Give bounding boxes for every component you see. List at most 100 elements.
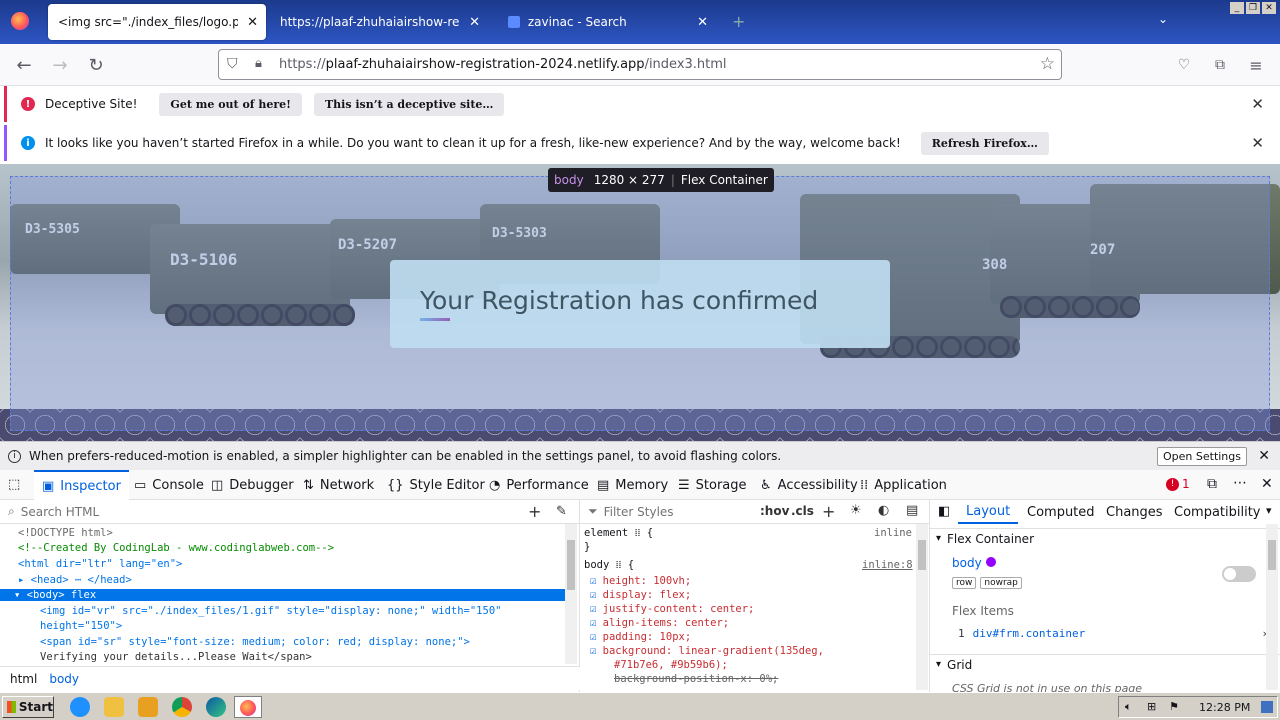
start-button[interactable]: Start [2,696,54,718]
restore-button[interactable]: ❐ [1246,2,1260,14]
close-icon[interactable]: ✕ [469,15,480,30]
scrollbar-thumb[interactable] [567,540,575,590]
firefox-taskbar-button[interactable] [234,696,262,718]
url-bar[interactable]: ⛉ 🔒︎ https://plaaf-zhuhaiairshow-registr… [218,49,1062,80]
markup-line-selected[interactable]: ▾ <body> flex [0,589,565,601]
tab-console[interactable]: ▭ Console [134,470,204,500]
declaration-overridden[interactable]: background-position-x: 0%; [614,673,778,685]
declaration[interactable]: ☑ background: linear-gradient(135deg, [590,645,824,657]
markup-line[interactable]: <html dir="ltr" lang="en"> [18,558,182,570]
tab-1[interactable]: <img src="./index_files/logo.png" alt=" ✕ [48,4,266,40]
toggle-sidebar-icon[interactable]: ◧ [938,504,950,519]
tab-accessibility[interactable]: ♿︎ Accessibility [760,470,858,500]
tab-memory[interactable]: ▤ Memory [597,470,668,500]
list-all-tabs-icon[interactable]: ⌄ [1158,12,1168,26]
cls-toggle[interactable]: .cls [791,504,814,518]
add-node-icon[interactable]: + [528,502,541,521]
lock-icon[interactable]: 🔒︎ [255,56,262,71]
get-me-out-button[interactable]: Get me out of here! [159,92,302,116]
markup-line[interactable]: ▸ <head> ⋯ </head> [18,574,132,586]
flex-item-row[interactable]: 1 div#frm.container › [958,627,1268,640]
shield-icon[interactable]: ⛉ [227,56,238,72]
not-deceptive-button[interactable]: This isn’t a deceptive site… [313,92,505,116]
scrollbar-thumb[interactable] [1268,540,1276,570]
close-icon[interactable]: ✕ [1251,95,1264,113]
markup-line[interactable]: <img id="vr" src="./index_files/1.gif" s… [40,605,501,617]
rule-source[interactable]: inline [874,527,912,539]
new-tab-button[interactable]: + [732,12,745,31]
search-html-bar[interactable]: ⌕ Search HTML + ✎ [0,500,579,524]
search-input[interactable]: Search HTML [21,505,99,519]
media-player-icon[interactable] [138,697,158,717]
back-icon[interactable]: ← [11,53,37,77]
close-icon[interactable]: ✕ [697,15,708,30]
hov-toggle[interactable]: :hov [760,504,789,518]
markup-line[interactable]: Verifying your details...Please Wait</sp… [40,651,312,663]
markup-line[interactable]: <!--Created By CodingLab - www.codinglab… [18,542,334,554]
eyedropper-icon[interactable]: ✎ [556,504,567,519]
close-icon[interactable]: ✕ [1251,134,1264,152]
scrollbar-thumb[interactable] [918,540,926,570]
tab-layout[interactable]: Layout [958,500,1019,524]
volume-icon[interactable]: 🔈︎ [1125,700,1132,714]
error-count-badge[interactable]: ! 1 [1166,477,1190,491]
reload-icon[interactable]: ↻ [83,53,109,77]
edge-icon[interactable] [206,697,226,717]
declaration[interactable]: ☑ padding: 10px; [590,631,691,643]
filter-styles-bar[interactable]: ⏷ Filter Styles :hov .cls + ☀ ◐ ▤ [580,500,929,524]
filter-styles-input[interactable]: Filter Styles [604,505,674,519]
extensions-icon[interactable]: ⧉ [1207,53,1233,77]
close-icon[interactable]: ✕ [247,15,258,30]
highlight-dot-icon[interactable] [985,557,996,567]
declaration[interactable]: ☑ justify-content: center; [590,603,754,615]
tab-storage[interactable]: ☰ Storage [678,470,747,500]
ie-icon[interactable] [70,697,90,717]
security-tray-icon[interactable]: ⚑ [1169,700,1179,713]
tab-style-editor[interactable]: {} Style Editor [387,470,485,500]
menu-icon[interactable]: ≡ [1243,53,1269,77]
grid-header[interactable]: ▾ Grid [930,654,1280,674]
chrome-icon[interactable] [172,697,192,717]
scrollbar[interactable] [565,524,577,664]
breadcrumb-item-body[interactable]: body [49,672,79,686]
chevron-down-icon[interactable]: ▾ [1266,504,1272,517]
markup-line[interactable]: <!DOCTYPE html> [18,527,113,539]
dark-mode-icon[interactable]: ◐ [878,503,889,518]
print-mode-icon[interactable]: ▤ [906,503,918,518]
tab-3[interactable]: zavinac - Search ✕ [498,4,716,40]
add-rule-icon[interactable]: + [822,502,835,521]
pick-element-icon[interactable]: ⬚ [8,477,20,492]
tab-compatibility[interactable]: Compatibility [1174,500,1261,524]
refresh-firefox-button[interactable]: Refresh Firefox… [920,131,1049,155]
tab-inspector[interactable]: ▣ Inspector [34,470,129,500]
minimize-button[interactable]: _ [1230,2,1244,14]
tab-performance[interactable]: ◔ Performance [489,470,589,500]
scrollbar[interactable] [916,524,928,690]
tab-debugger[interactable]: ◫ Debugger [211,470,294,500]
show-desktop-icon[interactable] [1261,701,1273,713]
folder-icon[interactable] [104,697,124,717]
scrollbar[interactable] [1266,524,1278,690]
markup-line[interactable]: height="150"> [40,620,122,632]
pocket-icon[interactable]: ♡ [1171,53,1197,77]
close-window-button[interactable]: ✕ [1262,2,1276,14]
declaration[interactable]: ☑ display: flex; [590,589,691,601]
network-tray-icon[interactable]: ⊞ [1147,700,1156,713]
tab-application[interactable]: ⁞⁞ Application [860,470,947,500]
flexbox-highlighter-toggle[interactable] [1222,566,1256,582]
flex-container-header[interactable]: ▾ Flex Container [930,528,1280,548]
dock-icon[interactable]: ⧉ [1207,476,1217,492]
light-mode-icon[interactable]: ☀ [850,503,862,518]
declaration[interactable]: ☑ height: 100vh; [590,575,691,587]
tab-2[interactable]: https://plaaf-zhuhaiairshow-registratio ✕ [270,4,488,40]
bookmark-star-icon[interactable]: ☆ [1040,54,1055,74]
breadcrumb-item-html[interactable]: html [10,672,37,686]
firefox-icon[interactable] [11,12,29,30]
tab-changes[interactable]: Changes [1106,500,1163,524]
tab-computed[interactable]: Computed [1027,500,1095,524]
close-icon[interactable]: ✕ [1258,448,1270,464]
close-devtools-icon[interactable]: ✕ [1261,476,1273,492]
rule-source[interactable]: inline:8 [862,559,913,571]
markup-line[interactable]: <span id="sr" style="font-size: medium; … [40,636,470,648]
forward-icon[interactable]: → [47,53,73,77]
